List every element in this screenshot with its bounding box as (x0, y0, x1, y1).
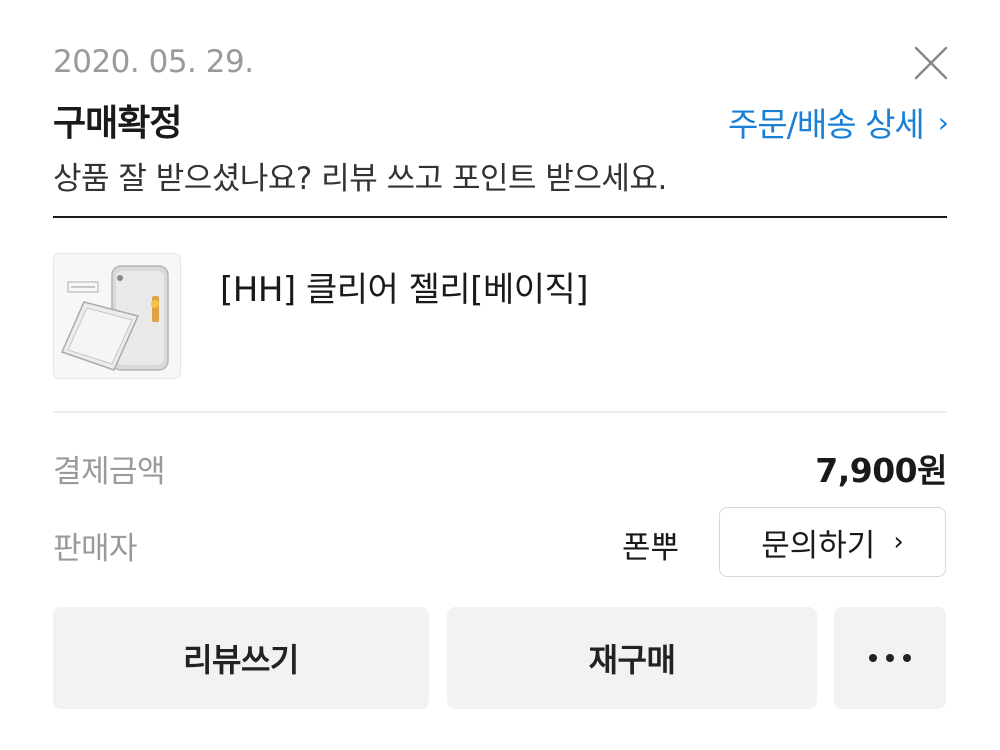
review-prompt-text: 상품 잘 받으셨나요? 리뷰 쓰고 포인트 받으세요. (53, 161, 667, 197)
product-thumbnail[interactable] (53, 253, 181, 379)
inquiry-button-label: 문의하기 (761, 527, 876, 564)
chevron-right-icon: › (893, 527, 904, 557)
phone-case-image (54, 254, 180, 378)
chevron-right-icon: › (937, 105, 949, 139)
payment-amount-value: 7,900원 (815, 451, 947, 490)
product-name[interactable]: [HH] 클리어 젤리[베이직] (220, 262, 589, 311)
rebuy-button-label: 재구매 (588, 641, 676, 679)
inquiry-button[interactable]: 문의하기 › (719, 507, 946, 577)
payment-amount-label: 결제금액 (53, 454, 166, 490)
order-status-title: 구매확정 (53, 103, 182, 144)
rebuy-button[interactable]: 재구매 (447, 607, 817, 709)
seller-label: 판매자 (53, 531, 138, 567)
more-options-button[interactable] (834, 607, 946, 709)
order-date: 2020. 05. 29. (53, 44, 254, 80)
seller-name: 폰뿌 (622, 530, 680, 566)
header-divider (53, 216, 947, 218)
write-review-button-label: 리뷰쓰기 (183, 641, 299, 679)
order-detail-link-label: 주문/배송 상세 (728, 105, 925, 144)
more-dots-icon (869, 654, 911, 662)
order-detail-link[interactable]: 주문/배송 상세 › (728, 98, 949, 146)
write-review-button[interactable]: 리뷰쓰기 (53, 607, 429, 709)
close-icon[interactable] (912, 44, 950, 82)
product-divider (53, 411, 947, 413)
